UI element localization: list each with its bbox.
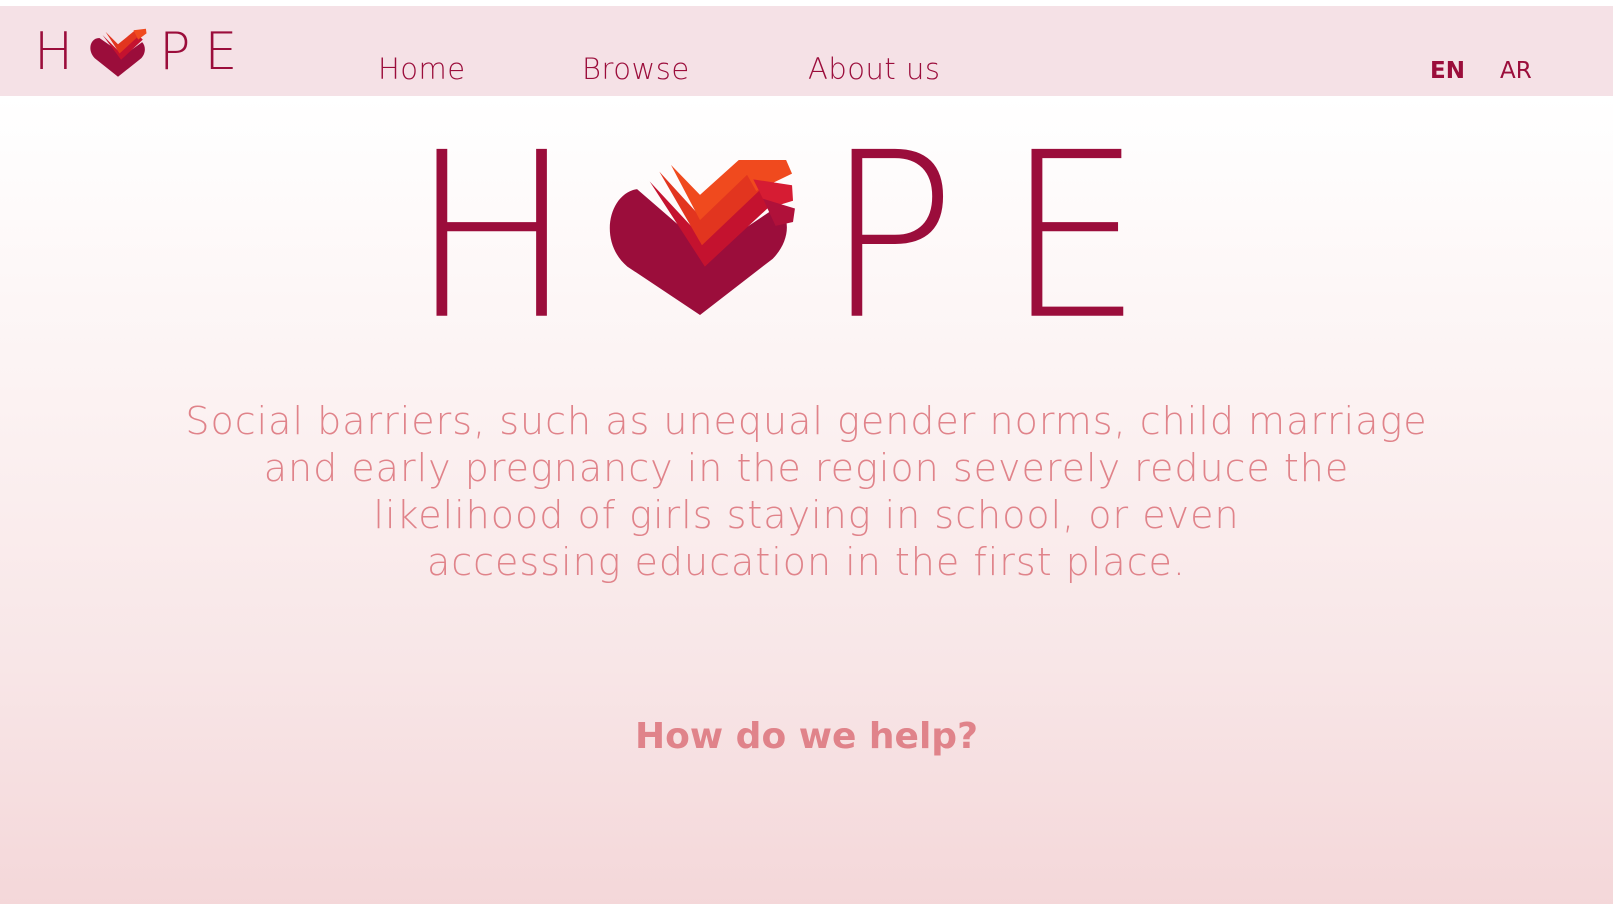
how-do-we-help-link[interactable]: How do we help? [0,716,1613,757]
hero-line: accessing education in the first place. [426,540,1186,584]
page: H P E Home Browse About us EN AR H P E S… [0,0,1613,907]
language-ar-button[interactable]: AR [1500,58,1532,84]
top-navbar: H P E Home Browse About us EN AR [0,6,1613,96]
nav-link-browse[interactable]: Browse [582,52,690,86]
logo-letter-e: E [204,22,238,82]
logo-letter-p: P [159,22,191,82]
hero-line: and early pregnancy in the region severe… [263,446,1350,490]
hero-line: likelihood of girls staying in school, o… [373,493,1240,537]
hero-logo-letter-e: E [1005,104,1143,371]
nav-logo[interactable]: H P E [34,26,251,78]
hero-logo-letter-h: H [410,104,574,371]
hero-line: Social barriers, such as unequal gender … [185,399,1428,443]
nav-link-home[interactable]: Home [378,52,466,86]
hero-logo-letter-p: P [825,104,957,371]
hero-logo: H P E [0,123,1613,352]
language-en-button[interactable]: EN [1430,58,1465,84]
hero-section: H P E Social barriers, such as unequal g… [0,96,1613,907]
heart-hands-icon [90,28,147,77]
logo-letter-h: H [34,22,74,82]
heart-hands-icon [609,160,795,315]
hero-description: Social barriers, such as unequal gender … [140,398,1473,586]
nav-link-about-us[interactable]: About us [808,52,940,86]
